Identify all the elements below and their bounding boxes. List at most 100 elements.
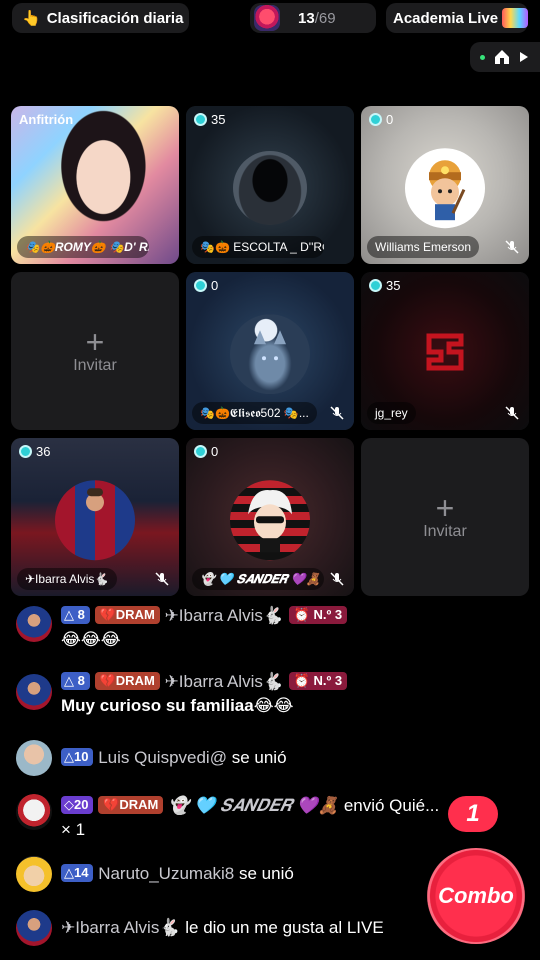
combo-gift-button[interactable]: Combo	[426, 848, 526, 944]
user-avatar[interactable]	[16, 674, 52, 710]
diamond-icon	[194, 279, 207, 292]
chat-action: envió Quié...	[343, 796, 440, 815]
level-triangle-icon: △	[64, 749, 74, 764]
chat-username[interactable]: Luis Quispvedi@	[98, 748, 227, 767]
invite-slot-2[interactable]: + Invitar	[361, 438, 529, 596]
chat-action: se unió	[231, 748, 287, 767]
home-icon[interactable]	[494, 49, 510, 65]
guest-tile-5[interactable]: 0 🎭🎃𝕰𝖑𝖎𝖘𝖊𝖔502 🎭...	[186, 272, 354, 430]
daily-ranking-button[interactable]: 👆 Clasificación diaria	[12, 3, 189, 33]
guest-score: 35	[211, 112, 226, 127]
chat-message[interactable]: △ 8 💔DRAM ✈Ibarra Alvis🐇 ⏰ N.º 3 😂😂😂	[16, 604, 516, 649]
guest-name: 👻 🩵 𝑺𝑨𝑵𝑫𝑬𝑹 💜🧸	[192, 568, 324, 590]
plus-icon: +	[85, 324, 105, 360]
guest-score: 0	[211, 278, 219, 293]
rank-badge: ⏰ N.º 3	[288, 606, 348, 624]
live-academy-button[interactable]: Academia Live	[386, 3, 528, 33]
level-triangle-icon: △	[64, 673, 74, 688]
user-avatar[interactable]	[16, 910, 52, 946]
diamond-icon	[369, 279, 382, 292]
level-diamond-icon: ◇	[64, 797, 74, 812]
guest-name: 🎭🎃 ESCOLTA _ D''RO...	[192, 236, 324, 258]
viewers-pill[interactable]: 13/69	[250, 3, 376, 33]
invite-label: Invitar	[423, 523, 467, 540]
daily-ranking-label: Clasificación diaria	[46, 9, 184, 27]
chat-username[interactable]: 👻 🩵 𝑺𝑨𝑵𝑫𝑬𝑹 💜🧸	[168, 796, 339, 815]
level-triangle-icon: △	[64, 607, 74, 622]
guest-name: 🎭🎃ROMY🎃 🎭D' RAFA	[17, 236, 149, 258]
guest-tile-7[interactable]: 36 ✈Ibarra Alvis🐇	[11, 438, 179, 596]
wolf-icon	[254, 330, 286, 361]
diamond-icon	[194, 113, 207, 126]
mic-muted-icon	[505, 406, 519, 420]
guest-tile-8[interactable]: 0 👻 🩵 𝑺𝑨𝑵𝑫𝑬𝑹 💜🧸	[186, 438, 354, 596]
academy-badge-icon	[502, 8, 528, 28]
user-avatar[interactable]	[16, 856, 52, 892]
guest-score: 36	[36, 444, 51, 459]
chat-username[interactable]: Naruto_Uzumaki8	[98, 864, 234, 883]
soccer-player-icon	[86, 488, 104, 512]
diamond-icon	[194, 445, 207, 458]
user-level: 10	[74, 749, 89, 764]
band-logo-icon	[426, 333, 464, 371]
user-level: 20	[74, 797, 89, 812]
chat-text: 😂😂😂	[61, 630, 121, 649]
mic-muted-icon	[155, 572, 169, 586]
chat-username[interactable]: ✈Ibarra Alvis🐇	[61, 918, 181, 937]
top-bar: 👆 Clasificación diaria 13/69 Academia Li…	[0, 0, 540, 36]
guest-tile-host[interactable]: Anfitrión 🎭🎃ROMY🎃 🎭D' RAFA	[11, 106, 179, 264]
chat-text: Muy curioso su familiaa😂😂	[61, 696, 294, 715]
anime-character-icon	[248, 490, 292, 553]
mic-muted-icon	[505, 240, 519, 254]
guest-tile-3[interactable]: 0 Williams Emerson	[361, 106, 529, 264]
thumb-up-icon: 👆	[22, 10, 41, 27]
guest-name: 🎭🎃𝕰𝖑𝖎𝖘𝖊𝖔502 🎭...	[192, 402, 317, 424]
fan-club-badge: 💔DRAM	[94, 672, 160, 690]
guest-avatar	[230, 314, 310, 395]
chat-message[interactable]: △ 8 💔DRAM ✈Ibarra Alvis🐇 ⏰ N.º 3 Muy cur…	[16, 670, 516, 718]
combo-count: 1	[448, 796, 498, 832]
rank-badge: ⏰ N.º 3	[288, 672, 348, 690]
chat-username[interactable]: ✈Ibarra Alvis🐇	[165, 672, 285, 691]
guest-avatar	[230, 480, 310, 561]
invite-slot-1[interactable]: + Invitar	[11, 272, 179, 430]
user-avatar[interactable]	[16, 740, 52, 776]
fan-club-badge: 💔DRAM	[94, 606, 160, 624]
diamond-icon	[19, 445, 32, 458]
guest-tile-6[interactable]: 35 jg_rey	[361, 272, 529, 430]
user-level: 14	[74, 865, 89, 880]
play-arrow-icon[interactable]	[519, 51, 529, 63]
miner-character-icon	[429, 160, 466, 221]
guest-score: 35	[386, 278, 401, 293]
guest-score: 0	[386, 112, 394, 127]
mini-controls[interactable]	[470, 42, 540, 72]
viewers-total: /69	[314, 9, 336, 27]
user-avatar[interactable]	[16, 794, 52, 830]
chat-action: se unió	[239, 864, 294, 883]
guest-score: 0	[211, 444, 219, 459]
user-level: 8	[77, 673, 85, 688]
viewers-current: 13	[298, 9, 315, 27]
user-level: 8	[77, 607, 85, 622]
diamond-icon	[369, 113, 382, 126]
chat-message[interactable]: △10 Luis Quispvedi@ se unió	[16, 740, 516, 776]
guest-name: ✈Ibarra Alvis🐇	[17, 568, 118, 590]
gift-multiplier: × 1	[61, 820, 86, 839]
guest-avatar	[405, 148, 485, 229]
guest-tile-2[interactable]: 35 🎭🎃 ESCOLTA _ D''RO...	[186, 106, 354, 264]
guest-name: jg_rey	[367, 402, 416, 424]
live-academy-label: Academia Live	[393, 9, 499, 27]
invite-label: Invitar	[73, 357, 117, 374]
chat-username[interactable]: ✈Ibarra Alvis🐇	[165, 606, 285, 625]
mic-muted-icon	[330, 406, 344, 420]
mic-muted-icon	[330, 572, 344, 586]
guest-avatar	[233, 150, 307, 225]
host-tag: Anfitrión	[19, 112, 74, 127]
online-dot-icon	[480, 54, 485, 60]
chat-message[interactable]: ◇20 💔DRAM 👻 🩵 𝑺𝑨𝑵𝑫𝑬𝑹 💜🧸 envió Quié... × …	[16, 794, 516, 842]
top-gifter-avatar	[254, 5, 280, 31]
chat-action: le dio un me gusta al LIVE	[185, 918, 384, 937]
fan-club-badge: 💔DRAM	[98, 796, 164, 814]
guest-avatar	[55, 480, 135, 561]
user-avatar[interactable]	[16, 606, 52, 642]
